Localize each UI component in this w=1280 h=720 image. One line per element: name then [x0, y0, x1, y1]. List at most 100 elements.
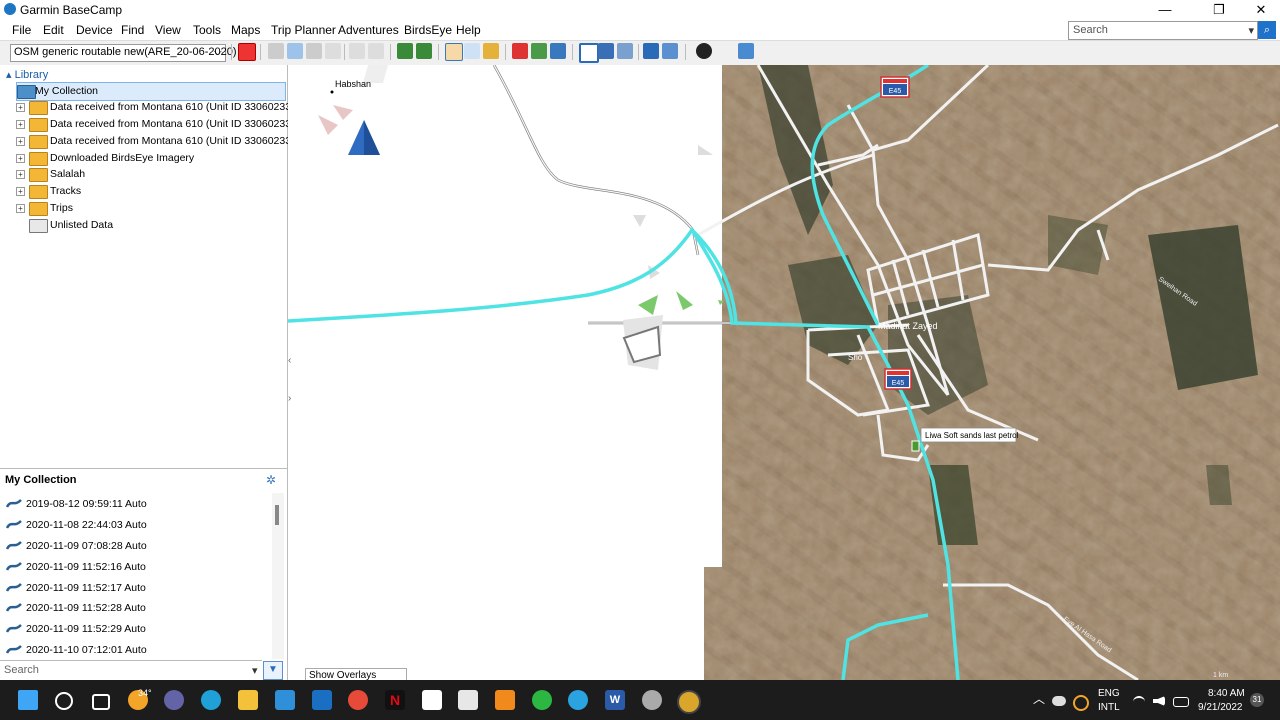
- filter-icon[interactable]: ▼: [263, 661, 283, 680]
- expand-icon[interactable]: +: [16, 120, 25, 129]
- file-explorer-icon[interactable]: [238, 690, 258, 710]
- menu-find[interactable]: Find: [121, 23, 144, 37]
- no-map-icon[interactable]: [238, 43, 256, 61]
- measure-tool-icon[interactable]: [483, 43, 499, 59]
- tree-item[interactable]: Unlisted Data: [16, 217, 284, 234]
- menu-trip-planner[interactable]: Trip Planner: [271, 23, 336, 37]
- refresh-map-icon[interactable]: [662, 43, 678, 59]
- search-input[interactable]: Search ▾: [1068, 21, 1258, 40]
- app-icon[interactable]: [642, 690, 662, 710]
- undo-icon[interactable]: [349, 43, 365, 59]
- redo-icon[interactable]: [368, 43, 384, 59]
- whatsapp-icon[interactable]: [532, 690, 552, 710]
- search-dropdown-icon[interactable]: ▾: [1248, 24, 1254, 37]
- zoom-tool-icon[interactable]: [464, 43, 480, 59]
- teams-chat-icon[interactable]: [164, 690, 184, 710]
- copy-icon[interactable]: [287, 43, 303, 59]
- list-item[interactable]: 2020-11-10 07:12:01 Auto: [4, 640, 270, 660]
- list-item[interactable]: 2020-11-09 11:52:28 Auto: [4, 598, 270, 618]
- tree-item[interactable]: + Data received from Montana 610 (Unit I…: [16, 133, 312, 150]
- scrollbar-thumb[interactable]: [275, 505, 279, 525]
- remote-desktop-icon[interactable]: [275, 690, 295, 710]
- onedrive-icon[interactable]: [1052, 696, 1066, 706]
- vlc-icon[interactable]: [495, 690, 515, 710]
- map-canvas[interactable]: E45 E45 Habshan Madinat Zayed Sho Sweiha…: [288, 65, 1280, 680]
- launch-icon[interactable]: [738, 43, 754, 59]
- expand-icon[interactable]: +: [16, 137, 25, 146]
- search-icon[interactable]: ⌕: [1258, 21, 1276, 39]
- language-code[interactable]: ENG: [1098, 688, 1120, 699]
- windows-start-icon[interactable]: [18, 690, 38, 710]
- expand-icon[interactable]: +: [16, 154, 25, 163]
- tree-item[interactable]: + Downloaded BirdsEye Imagery: [16, 150, 284, 167]
- list-item[interactable]: 2020-11-09 11:52:29 Auto: [4, 619, 270, 639]
- paste-icon[interactable]: [306, 43, 322, 59]
- notification-badge[interactable]: 31: [1250, 693, 1264, 707]
- list-item[interactable]: 2020-11-09 07:08:28 Auto: [4, 536, 270, 556]
- expand-icon[interactable]: +: [16, 170, 25, 179]
- new-waypoint-icon[interactable]: [512, 43, 528, 59]
- collapse-icon[interactable]: ▴: [6, 69, 12, 81]
- chevron-down-icon[interactable]: ▾: [252, 664, 258, 677]
- menu-birdseye[interactable]: BirdsEye: [404, 23, 452, 37]
- snipping-tool-icon[interactable]: [458, 690, 478, 710]
- menu-view[interactable]: View: [155, 23, 181, 37]
- menu-tools[interactable]: Tools: [193, 23, 221, 37]
- keyboard-layout[interactable]: INTL: [1098, 702, 1120, 713]
- wifi-icon[interactable]: [1133, 696, 1145, 708]
- menu-adventures[interactable]: Adventures: [338, 23, 399, 37]
- send-to-device-icon[interactable]: [416, 43, 432, 59]
- clock-date[interactable]: 9/21/2022: [1198, 702, 1243, 713]
- receive-from-device-icon[interactable]: [397, 43, 413, 59]
- tree-item[interactable]: + Tracks: [16, 183, 284, 200]
- close-button[interactable]: ✕: [1238, 0, 1280, 20]
- new-track-icon[interactable]: [550, 43, 566, 59]
- map-view[interactable]: E45 E45 Habshan Madinat Zayed Sho Sweiha…: [288, 65, 1280, 680]
- clock-time[interactable]: 8:40 AM: [1208, 688, 1245, 699]
- collection-search-input[interactable]: Search ▾: [0, 660, 262, 679]
- gear-icon[interactable]: ✲: [266, 473, 278, 487]
- hand-tool-icon[interactable]: [445, 43, 463, 61]
- netflix-icon[interactable]: N: [385, 690, 405, 710]
- 2d-view-icon[interactable]: [579, 43, 599, 63]
- library-header[interactable]: ▴ Library: [6, 68, 48, 81]
- map-product-select[interactable]: OSM generic routable new(ARE_20-06-2020)…: [10, 44, 237, 62]
- collapse-left-icon[interactable]: ‹: [288, 355, 291, 366]
- menu-maps[interactable]: Maps: [231, 23, 260, 37]
- sync-icon[interactable]: [1073, 695, 1089, 711]
- expand-icon[interactable]: +: [16, 204, 25, 213]
- menu-help[interactable]: Help: [456, 23, 481, 37]
- list-item[interactable]: 2020-11-09 11:52:17 Auto: [4, 578, 270, 598]
- task-view-icon[interactable]: [92, 694, 110, 710]
- maximize-button[interactable]: ❐: [1196, 0, 1242, 20]
- chrome-icon[interactable]: [348, 690, 368, 710]
- settings-gear-icon[interactable]: [696, 43, 712, 59]
- expand-right-icon[interactable]: ›: [288, 393, 291, 404]
- mail-icon[interactable]: [312, 690, 332, 710]
- menu-device[interactable]: Device: [76, 23, 113, 37]
- list-item[interactable]: 2019-08-12 09:59:11 Auto: [4, 494, 270, 514]
- word-icon[interactable]: W: [605, 690, 625, 710]
- birdseye-icon[interactable]: [617, 43, 633, 59]
- 3d-view-icon[interactable]: [598, 43, 614, 59]
- cut-icon[interactable]: [268, 43, 284, 59]
- notepad-icon[interactable]: [422, 690, 442, 710]
- list-item[interactable]: 2020-11-08 22:44:03 Auto: [4, 515, 270, 535]
- tree-item[interactable]: + Trips: [16, 200, 284, 217]
- panel-splitter[interactable]: ‹ ›: [287, 65, 295, 680]
- list-item[interactable]: 2020-11-09 11:52:16 Auto: [4, 557, 270, 577]
- expand-icon[interactable]: +: [16, 187, 25, 196]
- fit-map-icon[interactable]: [643, 43, 659, 59]
- menu-edit[interactable]: Edit: [43, 23, 64, 37]
- delete-icon[interactable]: [325, 43, 341, 59]
- new-route-icon[interactable]: [531, 43, 547, 59]
- tray-chevron-icon[interactable]: ︿: [1033, 690, 1045, 707]
- search-icon[interactable]: [55, 692, 73, 710]
- tree-item[interactable]: + Data received from Montana 610 (Unit I…: [16, 116, 312, 133]
- tree-item[interactable]: + Data received from Montana 610 (Unit I…: [16, 99, 312, 116]
- expand-icon[interactable]: +: [16, 103, 25, 112]
- menu-file[interactable]: File: [12, 23, 31, 37]
- basecamp-taskbar-icon[interactable]: [677, 690, 701, 714]
- battery-icon[interactable]: [1173, 697, 1189, 707]
- telegram-icon[interactable]: [568, 690, 588, 710]
